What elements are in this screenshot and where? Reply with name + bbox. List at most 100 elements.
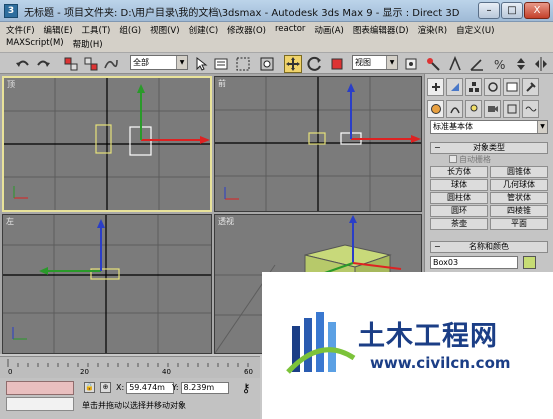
viewport-left[interactable]: 左 (2, 214, 212, 354)
primitive-category-dropdown[interactable]: 标准基本体 ▼ (430, 120, 548, 134)
chevron-down-icon: ▼ (176, 56, 187, 69)
object-type-rollout-header[interactable]: 对象类型 (430, 142, 548, 154)
autogrid-checkbox[interactable]: 自动栅格 (449, 154, 491, 165)
hierarchy-tab-icon[interactable] (465, 78, 482, 96)
object-type-button[interactable]: 圆柱体 (430, 192, 488, 204)
menu-item[interactable]: reactor (275, 24, 305, 38)
select-and-move-icon[interactable] (284, 55, 302, 73)
lock-icon[interactable]: 🔒 (84, 382, 95, 393)
object-type-button[interactable]: 茶壶 (430, 218, 488, 230)
autogrid-label: 自动栅格 (459, 155, 491, 164)
mirror-icon[interactable] (532, 55, 550, 73)
pivot-center-icon[interactable] (402, 55, 420, 73)
lights-category-icon[interactable] (465, 100, 482, 118)
timeline-tick: 0 (8, 368, 13, 376)
x-value-field[interactable]: 59.474m (126, 381, 175, 394)
menu-item[interactable]: 创建(C) (189, 24, 219, 38)
menu-item[interactable]: 视图(V) (150, 24, 179, 38)
select-by-name-icon[interactable] (212, 55, 230, 73)
modify-tab-icon[interactable] (446, 78, 463, 96)
object-type-button[interactable]: 球体 (430, 179, 488, 191)
menu-item[interactable]: 文件(F) (6, 24, 35, 38)
chevron-down-icon: ▼ (537, 121, 547, 133)
object-type-button[interactable]: 圆环 (430, 205, 488, 217)
reference-coordinate-value: 视图 (355, 58, 371, 67)
unlink-icon[interactable] (82, 55, 100, 73)
spacewarps-category-icon[interactable] (522, 100, 539, 118)
watermark: 土木工程网 www.civilcn.com (262, 272, 553, 419)
menu-bar: 文件(F) 编辑(E) 工具(T) 组(G) 视图(V) 创建(C) 修改器(O) react… (0, 22, 553, 52)
object-name-field[interactable]: Box03 (430, 256, 518, 269)
menu-item[interactable]: 图表编辑器(D) (353, 24, 409, 38)
menu-item[interactable]: 工具(T) (82, 24, 111, 38)
chevron-down-icon: ▼ (386, 56, 397, 69)
snap-toggle-icon[interactable] (446, 55, 464, 73)
title-bar: 3 无标题 - 项目文件夹: D:\用户目录\我的文档\3dsmax - Aut… (0, 0, 553, 22)
geometry-category-icon[interactable] (427, 100, 444, 118)
reference-coordinate-dropdown[interactable]: 视图 ▼ (352, 55, 398, 70)
menu-item[interactable]: 编辑(E) (44, 24, 73, 38)
utilities-tab-icon[interactable] (522, 78, 539, 96)
angle-snap-icon[interactable] (468, 55, 486, 73)
display-tab-icon[interactable] (503, 78, 520, 96)
shapes-category-icon[interactable] (446, 100, 463, 118)
menu-item[interactable]: 修改器(O) (227, 24, 266, 38)
percent-snap-icon[interactable]: % (490, 55, 508, 73)
y-value-field[interactable]: 8.239m (180, 381, 229, 394)
select-and-scale-icon[interactable] (328, 55, 346, 73)
close-button[interactable]: X (524, 2, 550, 19)
viewport-front[interactable]: 前 (214, 76, 422, 212)
maxscript-mini-field[interactable] (6, 397, 74, 411)
viewport-top[interactable]: 顶 (2, 76, 212, 212)
main-toolbar: 全部 ▼ 视图 ▼ % (0, 52, 553, 74)
motion-tab-icon[interactable] (484, 78, 501, 96)
window-crossing-icon[interactable] (258, 55, 276, 73)
object-type-button[interactable]: 长方体 (430, 166, 488, 178)
helpers-category-icon[interactable] (503, 100, 520, 118)
redo-icon[interactable] (34, 55, 52, 73)
key-icon[interactable]: ⚷ (236, 382, 256, 400)
object-type-button[interactable]: 几何球体 (490, 179, 548, 191)
cameras-category-icon[interactable] (484, 100, 501, 118)
create-tab-icon[interactable] (427, 78, 444, 96)
minimize-button[interactable]: – (478, 2, 500, 19)
status-bar: 🔒 ⊕ X: 59.474m Y: 8.239m ⚷ 单击并拖动以选择并移动对象 (0, 378, 260, 419)
menu-item[interactable]: 动画(A) (314, 24, 343, 38)
absolute-mode-icon[interactable]: ⊕ (100, 382, 111, 393)
timeline-tick: 60 (244, 368, 253, 376)
menu-item[interactable]: 自定义(U) (456, 24, 494, 38)
watermark-title: 土木工程网 (358, 321, 498, 352)
object-type-button[interactable]: 管状体 (490, 192, 548, 204)
watermark-url: www.civilcn.com (370, 354, 511, 372)
rectangular-selection-icon[interactable] (234, 55, 252, 73)
selection-filter-dropdown[interactable]: 全部 ▼ (130, 55, 188, 70)
object-color-swatch[interactable] (523, 256, 536, 269)
spinner-snap-icon[interactable] (512, 55, 530, 73)
select-and-link-icon[interactable] (62, 55, 80, 73)
menu-item[interactable]: 渲染(R) (418, 24, 448, 38)
object-type-buttons: 长方体 圆锥体 球体 几何球体 圆柱体 管状体 圆环 四棱锥 茶壶 平面 (430, 166, 548, 230)
object-type-button[interactable]: 圆锥体 (490, 166, 548, 178)
timeline-tick: 20 (80, 368, 89, 376)
object-type-button[interactable]: 平面 (490, 218, 548, 230)
maximize-button[interactable]: □ (501, 2, 523, 19)
select-manipulate-icon[interactable] (424, 55, 442, 73)
bind-space-warp-icon[interactable] (102, 55, 120, 73)
undo-icon[interactable] (14, 55, 32, 73)
menu-item[interactable]: 帮助(H) (73, 38, 103, 52)
menu-row-2: MAXScript(M) 帮助(H) (6, 38, 103, 52)
menu-row-1: 文件(F) 编辑(E) 工具(T) 组(G) 视图(V) 创建(C) 修改器(O) react… (6, 24, 494, 38)
create-category-tabs (427, 100, 539, 120)
maxscript-listener-field[interactable] (6, 381, 74, 395)
object-type-button[interactable]: 四棱锥 (490, 205, 548, 217)
select-and-rotate-icon[interactable] (306, 55, 324, 73)
track-bar[interactable]: 0 20 40 60 (0, 356, 260, 378)
name-and-color-rollout-header[interactable]: 名称和颜色 (430, 241, 548, 253)
timeline-tick: 40 (162, 368, 171, 376)
menu-item[interactable]: MAXScript(M) (6, 38, 64, 52)
menu-item[interactable]: 组(G) (119, 24, 141, 38)
watermark-logo-icon (286, 312, 356, 374)
selection-filter-value: 全部 (133, 58, 149, 67)
status-prompt: 单击并拖动以选择并移动对象 (82, 401, 186, 410)
select-object-icon[interactable] (192, 55, 210, 73)
